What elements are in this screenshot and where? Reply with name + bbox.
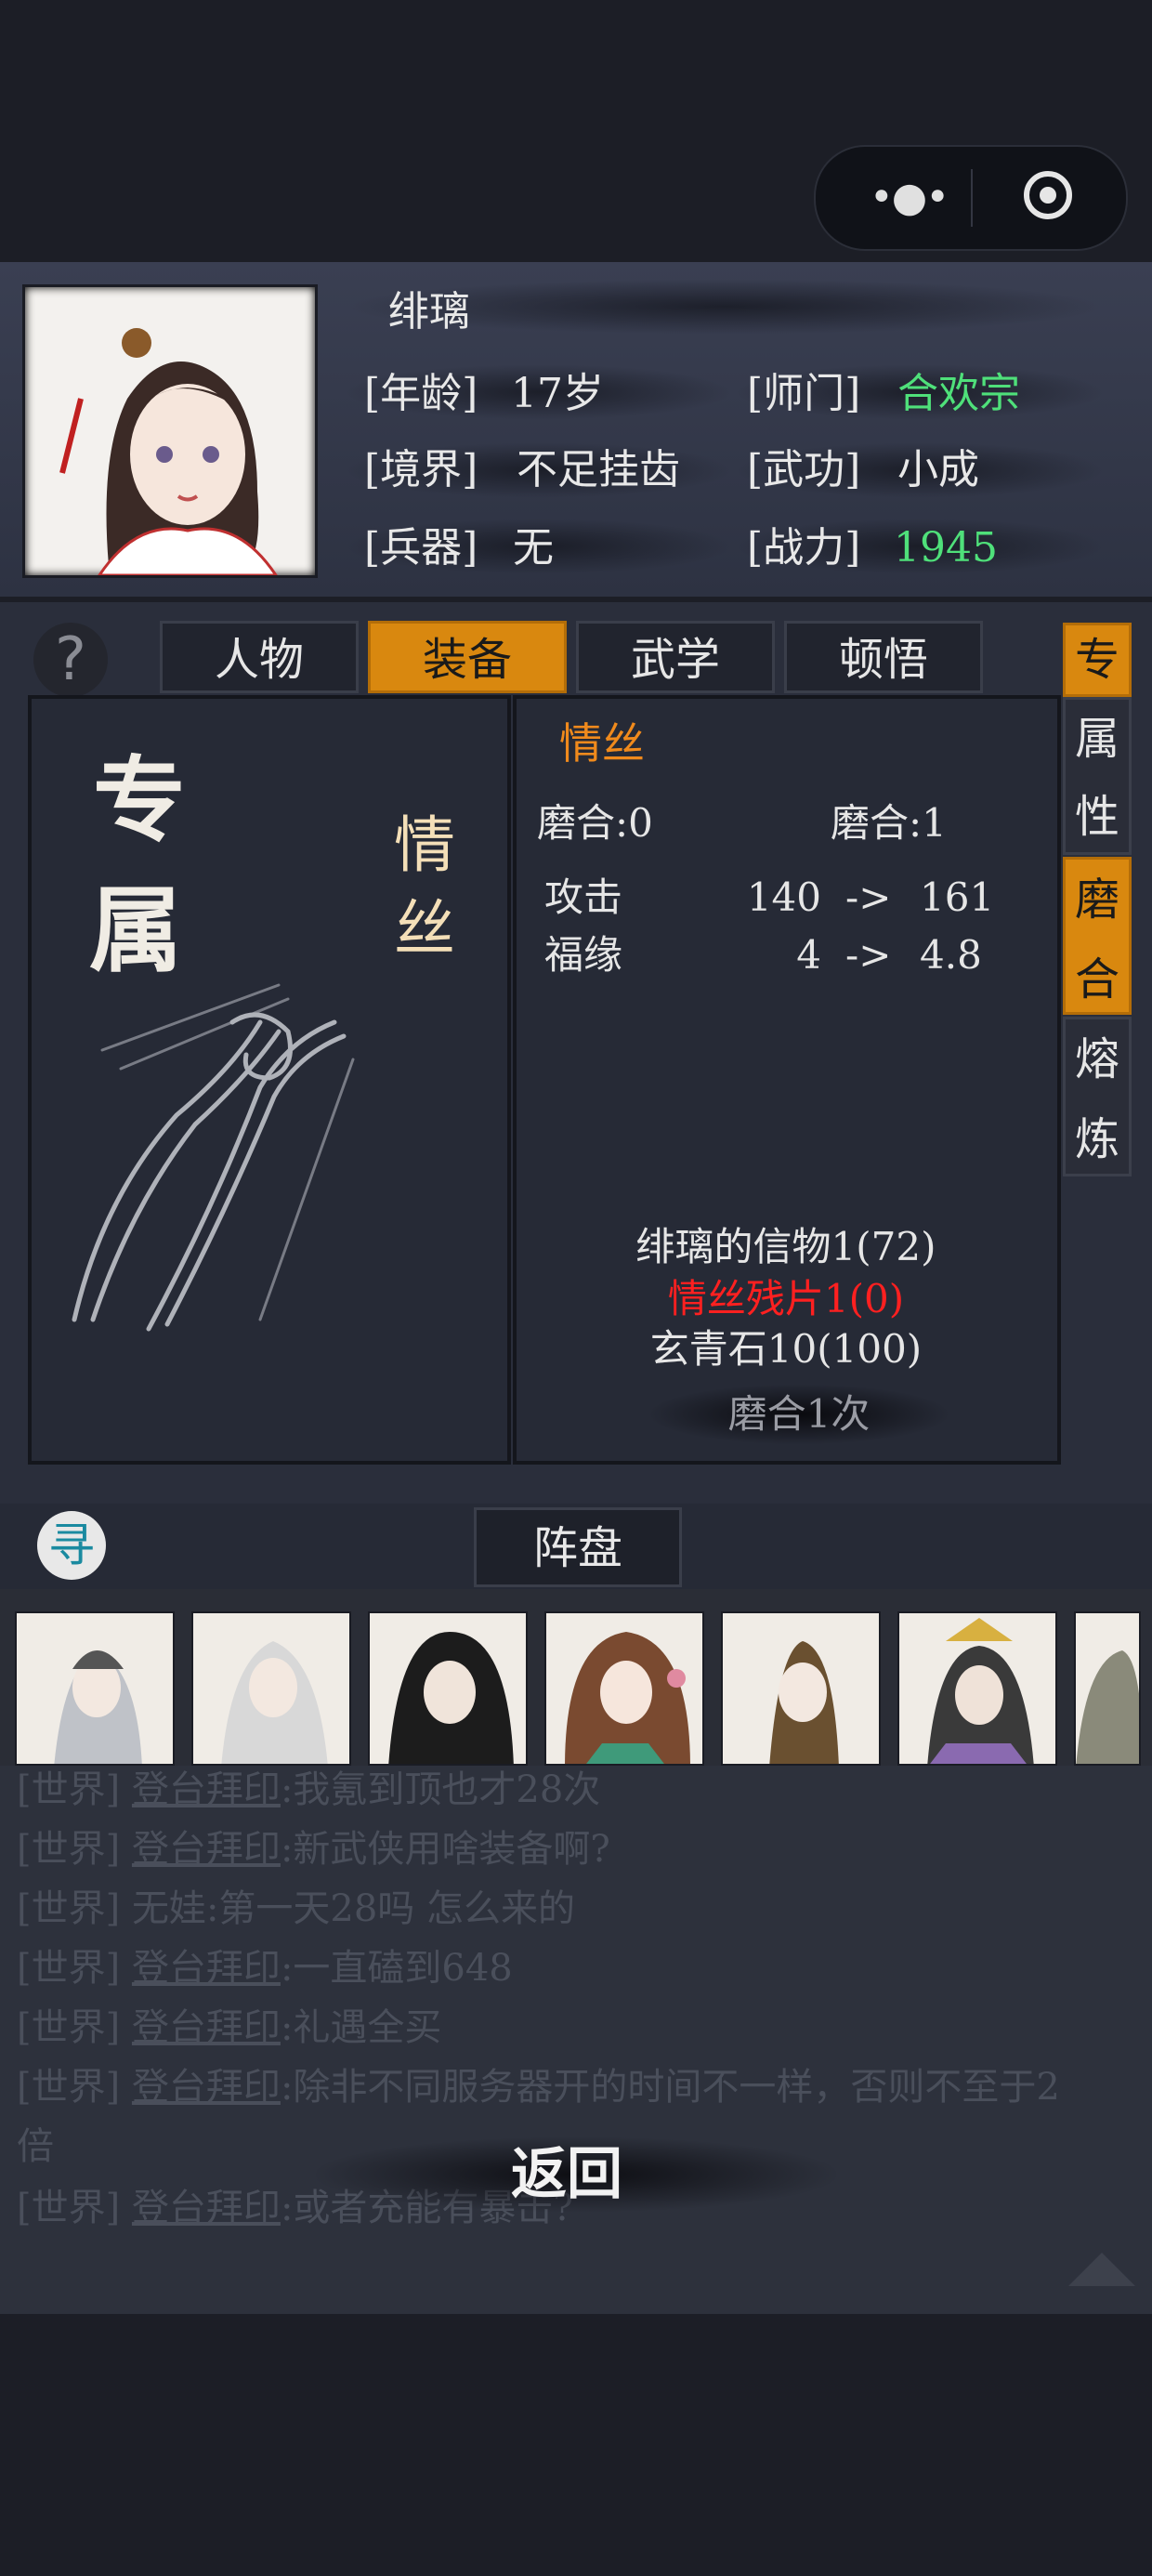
hero-portrait[interactable] — [1074, 1611, 1141, 1766]
side-tab-exclusive-cont[interactable]: 属 性 — [1063, 697, 1132, 855]
hero-portrait[interactable] — [15, 1611, 175, 1766]
mini-program-capsule: •●• — [814, 145, 1128, 251]
sect-value: 合欢宗 — [897, 370, 1020, 417]
chat-line: [世界] 登台拜印:礼遇全买 — [17, 2006, 442, 2049]
weapon-value: 无 — [513, 524, 554, 572]
hero-portrait[interactable] — [721, 1611, 881, 1766]
chat-user-link[interactable]: 登台拜印 — [132, 2006, 281, 2049]
side-tab-smelt-char-1: 熔 — [1074, 1033, 1119, 1085]
realm-value: 不足挂齿 — [517, 446, 680, 493]
side-tab-smelt-char-2: 炼 — [1074, 1113, 1119, 1165]
side-tab-temper[interactable]: 磨 合 — [1063, 857, 1132, 1015]
stat-name-fortune: 福缘 — [544, 932, 623, 978]
stat-arrow-attack: -> — [845, 874, 892, 920]
character-portrait — [22, 284, 318, 578]
temper-once-button[interactable]: 磨合1次 — [650, 1388, 948, 1440]
chat-line: [世界] 登台拜印:除非不同服务器开的时间不一样，否则不至于2 — [17, 2066, 1060, 2109]
seek-icon[interactable]: 寻 — [37, 1511, 106, 1580]
stat-to-fortune: 4.8 — [920, 932, 982, 978]
stat-from-fortune: 4 — [796, 932, 821, 978]
item-illustration — [72, 983, 355, 1332]
material-token: 绯璃的信物1(72) — [635, 1224, 936, 1269]
chat-line: [世界] 登台拜印:一直磕到648 — [17, 1947, 513, 1990]
chat-line: [世界] 无娃:第一天28吗 怎么来的 — [17, 1887, 576, 1930]
power-label: [战力] — [747, 524, 861, 572]
scroll-up-icon[interactable] — [1068, 2253, 1135, 2286]
power-value: 1945 — [894, 524, 998, 572]
item-name: 情丝 — [559, 718, 645, 769]
help-icon[interactable]: ? — [33, 623, 108, 697]
hero-portrait[interactable] — [544, 1611, 704, 1766]
chat-user-link[interactable]: 登台拜印 — [132, 1828, 281, 1871]
side-tab-exclusive[interactable]: 专 — [1063, 623, 1132, 697]
martial-value: 小成 — [897, 446, 979, 493]
stat-arrow-fortune: -> — [845, 932, 892, 978]
side-tab-smelt[interactable]: 熔 炼 — [1063, 1017, 1132, 1176]
chat-user-link[interactable]: 登台拜印 — [132, 2066, 281, 2109]
chat-user-link[interactable]: 登台拜印 — [132, 1947, 281, 1990]
material-stone: 玄青石10(100) — [649, 1326, 923, 1372]
chat-line: [世界] 登台拜印:我氪到顶也才28次 — [17, 1768, 601, 1811]
close-target-icon[interactable] — [1024, 171, 1072, 219]
exclusive-char-1: 专 — [93, 745, 186, 855]
chat-line: [世界] 登台拜印:新武侠用啥装备啊? — [17, 1828, 610, 1871]
more-icon[interactable]: •●• — [862, 173, 955, 223]
back-button[interactable]: 返回 — [334, 2130, 799, 2219]
tab-equipment[interactable]: 装备 — [368, 621, 567, 693]
weapon-label: [兵器] — [364, 524, 478, 572]
realm-label: [境界] — [364, 446, 478, 493]
chat-user: 无娃 — [131, 1887, 206, 1930]
sect-label: [师门] — [747, 370, 861, 417]
hero-portrait[interactable] — [191, 1611, 351, 1766]
temper-next: 磨合:1 — [831, 800, 947, 846]
age-value: 17岁 — [511, 370, 604, 417]
side-tab-temper-char-1: 磨 — [1074, 874, 1119, 926]
side-tab-attribute-char: 性 — [1074, 791, 1119, 843]
tab-character[interactable]: 人物 — [160, 621, 359, 693]
chat-user-link[interactable]: 登台拜印 — [132, 2187, 281, 2229]
side-tab-temper-char-2: 合 — [1074, 953, 1119, 1005]
chat-user-link[interactable]: 登台拜印 — [132, 1768, 281, 1811]
capsule-divider — [971, 169, 973, 227]
hero-portrait[interactable] — [897, 1611, 1057, 1766]
stat-from-attack: 140 — [746, 874, 821, 920]
hero-portrait[interactable] — [368, 1611, 528, 1766]
character-name: 绯璃 — [388, 288, 470, 335]
side-tab-exclusive-char-2: 属 — [1074, 713, 1119, 765]
material-fragment: 情丝残片1(0) — [667, 1276, 905, 1321]
temper-current: 磨合:0 — [537, 800, 653, 846]
tab-martial-arts[interactable]: 武学 — [576, 621, 775, 693]
tab-enlightenment[interactable]: 顿悟 — [784, 621, 983, 693]
chat-line: 倍 — [17, 2125, 54, 2168]
martial-label: [武功] — [747, 446, 861, 493]
age-label: [年龄] — [364, 370, 478, 417]
formation-button[interactable]: 阵盘 — [474, 1507, 682, 1587]
stat-name-attack: 攻击 — [544, 874, 623, 920]
stat-to-attack: 161 — [920, 874, 995, 920]
item-name-vertical-2: 丝 — [394, 893, 455, 965]
side-tab-exclusive-char-1: 专 — [1074, 634, 1119, 686]
item-name-vertical-1: 情 — [394, 809, 455, 881]
bottom-area — [0, 2314, 1152, 2576]
